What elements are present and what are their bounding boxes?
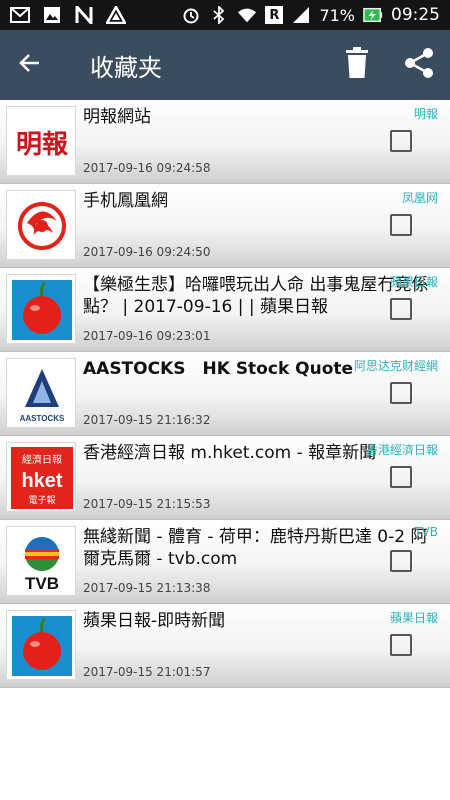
item-date: 2017-09-15 21:16:32 xyxy=(83,413,211,427)
aastocks-logo: AASTOCKS xyxy=(6,358,76,428)
item-title: 手机鳳凰網 xyxy=(83,191,168,211)
item-date: 2017-09-16 09:23:01 xyxy=(83,329,211,343)
select-checkbox[interactable] xyxy=(390,382,412,404)
item-title: 明報網站 xyxy=(83,107,151,127)
list-item[interactable]: TVB 無綫新聞 - 體育 - 荷甲：鹿特丹斯巴達 0-2 阿爾克馬爾 - tv… xyxy=(0,520,450,604)
item-date: 2017-09-15 21:01:57 xyxy=(83,665,211,679)
wifi-icon xyxy=(237,6,257,24)
list-item[interactable]: AASTOCKS AASTOCKS HK Stock Quote 2017-09… xyxy=(0,352,450,436)
page-title: 收藏夹 xyxy=(90,53,162,82)
item-date: 2017-09-16 09:24:50 xyxy=(83,245,211,259)
item-title: 【樂極生悲】哈囉喂玩出人命 出事鬼屋冇竟係點？ | 2017-09-16 | |… xyxy=(83,275,429,317)
tvb-logo: TVB xyxy=(6,526,76,596)
item-date: 2017-09-15 21:15:53 xyxy=(83,497,211,511)
list-item[interactable]: 經濟日報 hket 電子報 香港經濟日報 m.hket.com - 報章新聞 201… xyxy=(0,436,450,520)
item-date: 2017-09-15 21:13:38 xyxy=(83,581,211,595)
apple-daily-logo xyxy=(6,610,76,680)
mingpao-logo: 明報 xyxy=(6,106,76,176)
list-item[interactable]: 明報 明報網站 2017-09-16 09:24:58 明報 xyxy=(0,100,450,184)
share-icon xyxy=(403,47,435,83)
battery-charging-icon xyxy=(363,6,383,24)
back-arrow-icon xyxy=(18,51,42,79)
clock: 09:25 xyxy=(391,5,440,25)
trash-icon xyxy=(345,47,369,83)
item-title: 蘋果日報-即時新聞 xyxy=(83,611,226,631)
tvb-logo-text: TVB xyxy=(25,574,59,593)
hket-logo: 經濟日報 hket 電子報 xyxy=(6,442,76,512)
list-item[interactable]: 手机鳳凰網 2017-09-16 09:24:50 凤凰网 xyxy=(0,184,450,268)
news-app-icon xyxy=(74,6,94,24)
favorites-list: 明報 明報網站 2017-09-16 09:24:58 明報 手机鳳凰網 201… xyxy=(0,100,450,688)
item-source: 香港經濟日報 xyxy=(365,443,438,457)
back-button[interactable] xyxy=(0,30,60,100)
roaming-icon: R xyxy=(265,6,284,24)
mingpao-logo-text: 明報 xyxy=(16,130,69,160)
item-source: 凤凰网 xyxy=(401,191,438,205)
gallery-icon xyxy=(42,6,62,24)
item-source: 蘋果日報 xyxy=(389,275,438,289)
item-date: 2017-09-16 09:24:58 xyxy=(83,161,211,175)
alarm-icon xyxy=(181,6,201,24)
delete-button[interactable] xyxy=(326,30,388,100)
signal-icon xyxy=(291,6,311,24)
item-source: 阿思达克财經網 xyxy=(353,359,438,373)
status-bar: R 71% 09:25 xyxy=(0,0,450,30)
share-button[interactable] xyxy=(388,30,450,100)
delta-app-icon xyxy=(106,6,126,24)
item-source: TVB xyxy=(414,525,438,539)
ifeng-logo xyxy=(6,190,76,260)
item-source: 蘋果日報 xyxy=(389,611,438,625)
app-bar: 收藏夹 xyxy=(0,30,450,100)
item-source: 明報 xyxy=(413,107,438,121)
list-item[interactable]: 【樂極生悲】哈囉喂玩出人命 出事鬼屋冇竟係點？ | 2017-09-16 | |… xyxy=(0,268,450,352)
hket-logo-sub: 電子報 xyxy=(28,495,55,506)
battery-percent: 71% xyxy=(319,5,355,25)
select-checkbox[interactable] xyxy=(390,214,412,236)
apple-daily-logo xyxy=(6,274,76,344)
select-checkbox[interactable] xyxy=(390,634,412,656)
aastocks-logo-text: AASTOCKS xyxy=(20,414,65,423)
item-title: 無綫新聞 - 體育 - 荷甲：鹿特丹斯巴達 0-2 阿爾克馬爾 - tvb.co… xyxy=(83,527,428,569)
select-checkbox[interactable] xyxy=(390,130,412,152)
select-checkbox[interactable] xyxy=(390,466,412,488)
hket-logo-main: hket xyxy=(21,470,62,492)
bluetooth-icon xyxy=(209,6,229,24)
select-checkbox[interactable] xyxy=(390,550,412,572)
gmail-icon xyxy=(10,6,30,24)
select-checkbox[interactable] xyxy=(390,298,412,320)
list-item[interactable]: 蘋果日報-即時新聞 2017-09-15 21:01:57 蘋果日報 xyxy=(0,604,450,688)
hket-logo-top: 經濟日報 xyxy=(22,453,62,466)
